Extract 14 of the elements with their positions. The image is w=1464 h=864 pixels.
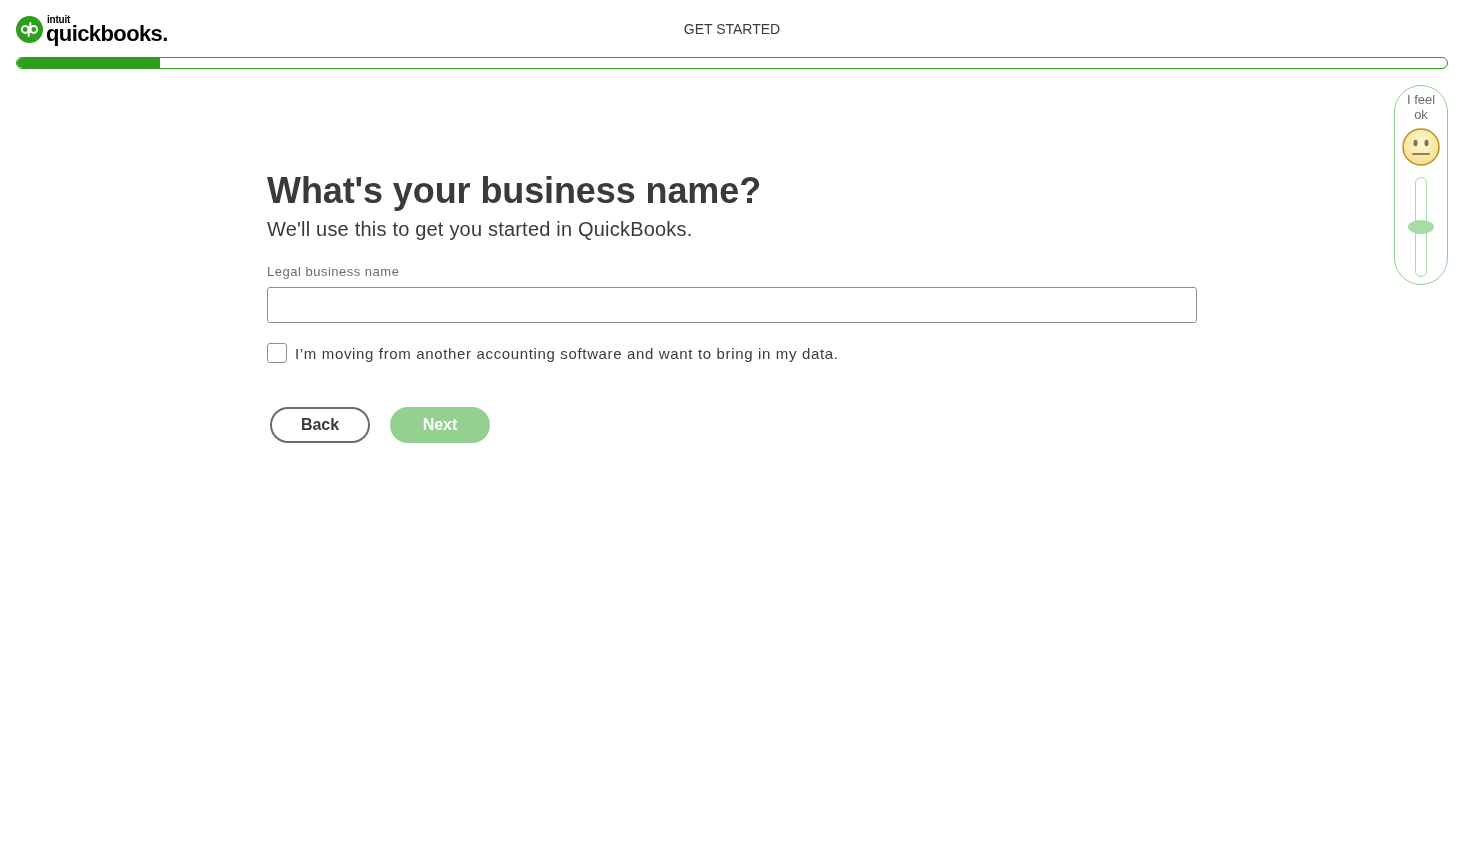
feedback-label: I feel ok [1405,92,1437,122]
page-heading: What's your business name? [267,170,763,212]
field-label: Legal business name [267,264,401,280]
business-name-input[interactable] [267,287,1197,323]
page-title: GET STARTED [683,20,781,37]
brand-name: intuit [47,14,72,24]
logo-icon [16,15,43,43]
checkbox[interactable] [267,343,287,363]
product-name: quickbooks. [46,23,168,44]
face-icon [1402,128,1440,166]
subtitle: We'll use this to get you started in QuickBooks. [267,217,694,241]
checkbox-label: I’m moving from another accounting software and want to bring in my data. [295,344,839,362]
back-button[interactable]: Back [270,407,370,443]
slider-thumb[interactable] [1408,220,1434,234]
